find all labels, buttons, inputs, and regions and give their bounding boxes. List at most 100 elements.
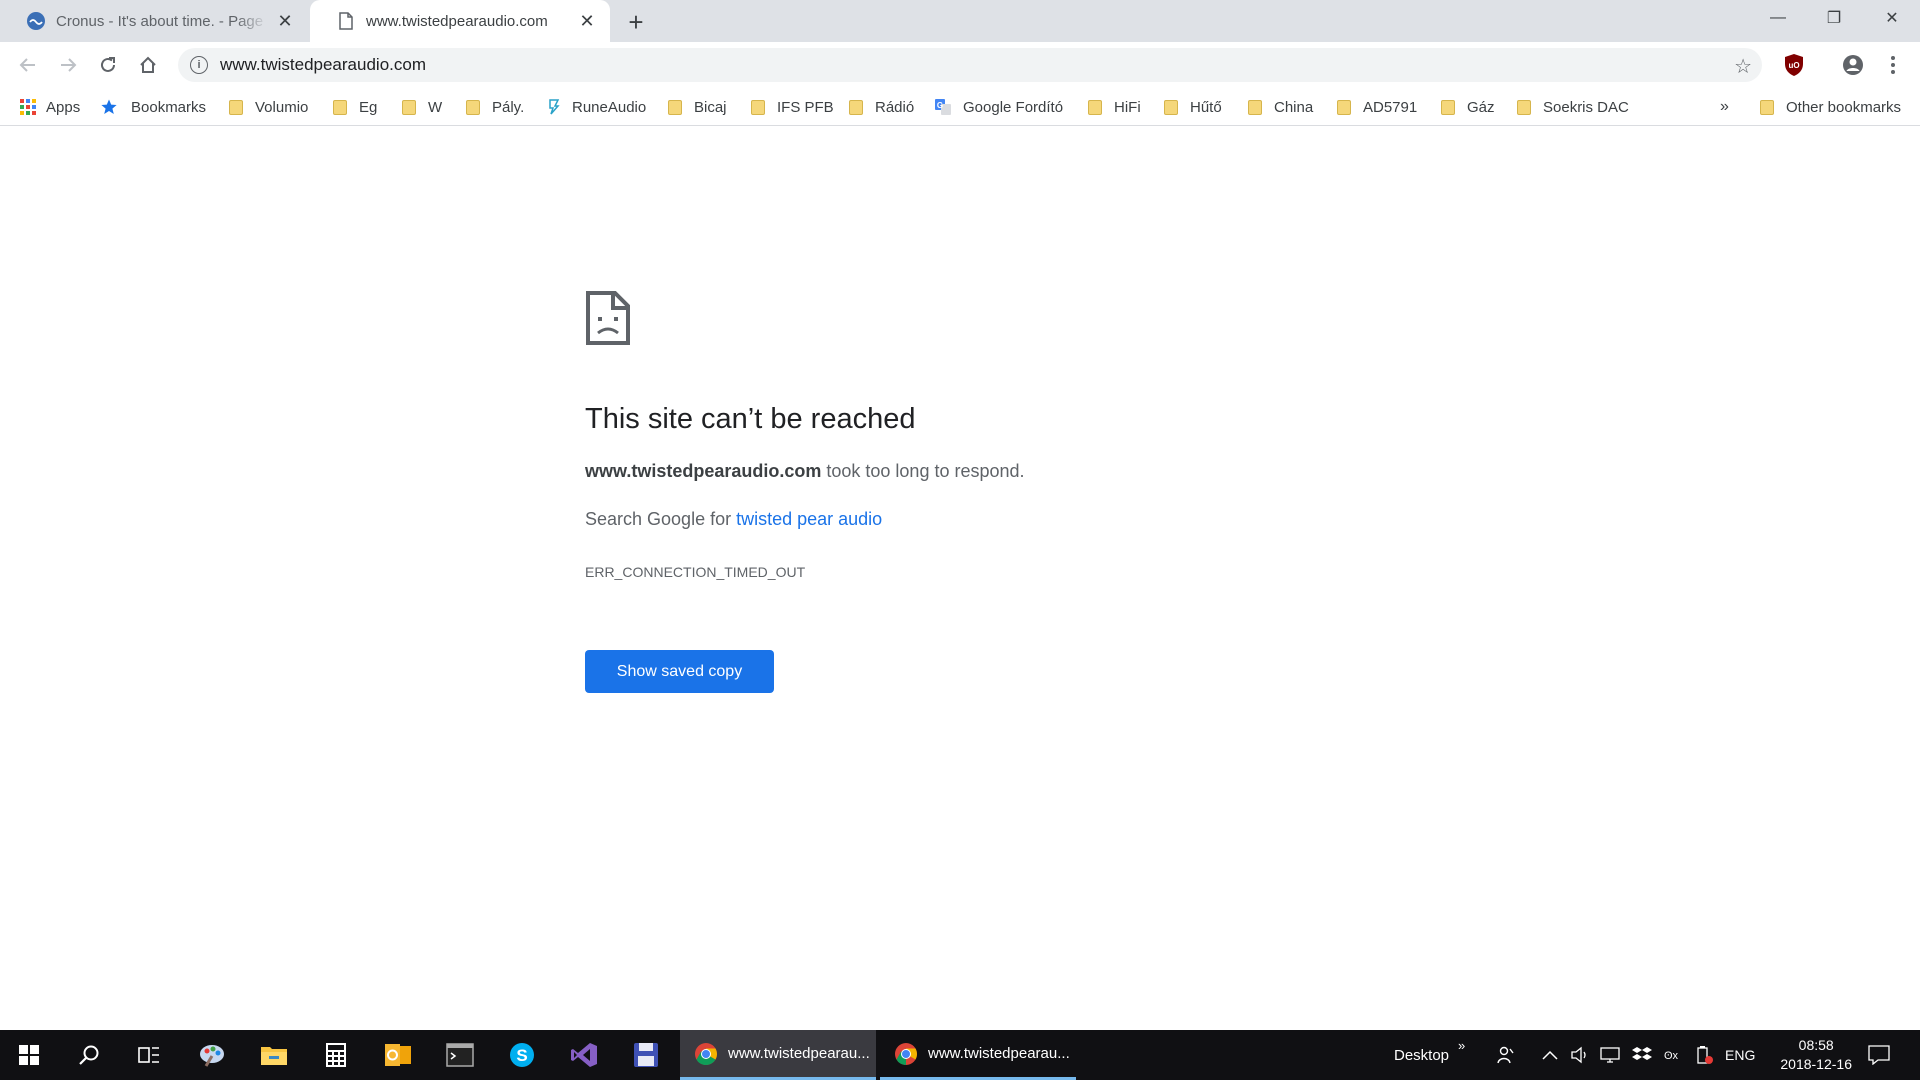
maximize-button[interactable]: ❐	[1806, 0, 1862, 36]
bookmark-ad5791[interactable]: AD5791	[1337, 94, 1417, 120]
folder-icon	[333, 99, 347, 115]
tab-strip: Cronus - It's about time. - Page 7 ✕ www…	[0, 0, 1920, 42]
people-icon[interactable]	[1496, 1030, 1516, 1080]
tray-chevron-up-icon[interactable]	[1542, 1030, 1558, 1080]
new-tab-button[interactable]: +	[622, 7, 650, 37]
network-icon[interactable]	[1600, 1030, 1622, 1080]
forward-button[interactable]	[53, 50, 83, 80]
bookmark-label: Eg	[359, 98, 378, 116]
battery-warning-icon[interactable]	[1694, 1030, 1714, 1080]
bookmark-volumio[interactable]: Volumio	[229, 94, 308, 120]
bookmark-radio[interactable]: Rádió	[849, 94, 914, 120]
tab-cronus[interactable]: Cronus - It's about time. - Page 7 ✕	[0, 0, 308, 42]
bookmark-label: Bicaj	[694, 98, 727, 116]
apps-grid-icon	[20, 99, 36, 115]
bookmarks-bar: Apps Bookmarks Volumio Eg W Pály. RuneAu…	[0, 88, 1920, 126]
folder-icon	[1337, 99, 1351, 115]
bookmark-china[interactable]: China	[1248, 94, 1313, 120]
error-host: www.twistedpearaudio.com	[585, 461, 822, 481]
chrome-icon	[895, 1042, 917, 1065]
dropbox-icon[interactable]	[1632, 1030, 1652, 1080]
bookmark-paly[interactable]: Pály.	[466, 94, 524, 120]
search-google-link[interactable]: twisted pear audio	[736, 509, 882, 529]
language-indicator[interactable]: ENG	[1725, 1030, 1755, 1080]
visual-studio-icon[interactable]	[555, 1030, 613, 1080]
save-disk-icon[interactable]	[617, 1030, 675, 1080]
home-button[interactable]	[133, 50, 163, 80]
folder-icon	[668, 99, 682, 115]
bookmark-bookmarks[interactable]: Bookmarks	[101, 94, 206, 120]
outlook-icon[interactable]	[369, 1030, 427, 1080]
reload-button[interactable]	[93, 50, 123, 80]
bookmark-label: Rádió	[875, 98, 915, 116]
clock[interactable]: 08:58 2018-12-16	[1780, 1036, 1852, 1074]
cronus-favicon-icon	[26, 11, 46, 31]
skype-icon[interactable]: S	[493, 1030, 551, 1080]
error-code: ERR_CONNECTION_TIMED_OUT	[585, 564, 806, 580]
bookmark-label: AD5791	[1363, 98, 1418, 116]
folder-icon	[849, 99, 863, 115]
bookmark-runeaudio[interactable]: RuneAudio	[546, 94, 646, 120]
minimize-button[interactable]: —	[1750, 0, 1806, 36]
svg-text:G: G	[937, 101, 943, 110]
bookmark-hifi[interactable]: HiFi	[1088, 94, 1141, 120]
bookmark-gaz[interactable]: Gáz	[1441, 94, 1495, 120]
notifications-icon[interactable]	[1868, 1030, 1890, 1080]
info-icon[interactable]: i	[190, 56, 208, 74]
bookmarks-overflow-button[interactable]: »	[1720, 94, 1729, 120]
folder-icon	[229, 99, 243, 115]
bookmark-label: HiFi	[1114, 98, 1141, 116]
ublock-icon[interactable]: uO	[1781, 52, 1807, 78]
taskbar-chrome-window-2[interactable]: www.twistedpearau...	[880, 1030, 1076, 1080]
folder-icon	[1441, 99, 1455, 115]
folder-icon	[1088, 99, 1102, 115]
sad-page-icon	[586, 291, 630, 345]
clock-date: 2018-12-16	[1780, 1056, 1852, 1072]
input-method-icon[interactable]: ʘx	[1662, 1030, 1684, 1080]
search-button[interactable]	[60, 1030, 118, 1080]
toolbar: i ☆ uO	[0, 42, 1920, 88]
bookmark-star-icon[interactable]: ☆	[1734, 54, 1752, 79]
file-explorer-icon[interactable]	[245, 1030, 303, 1080]
bookmark-apps[interactable]: Apps	[20, 94, 80, 120]
show-saved-copy-button[interactable]: Show saved copy	[585, 650, 774, 693]
back-button[interactable]	[13, 50, 43, 80]
bookmark-soekris-dac[interactable]: Soekris DAC	[1517, 94, 1629, 120]
bookmark-ifs-pfb[interactable]: IFS PFB	[751, 94, 834, 120]
bookmark-label: Volumio	[255, 98, 309, 116]
tab-close-icon[interactable]: ✕	[276, 11, 294, 31]
close-window-button[interactable]: ✕	[1864, 0, 1920, 36]
bookmark-label: Apps	[46, 98, 81, 116]
page-content: This site can’t be reached www.twistedpe…	[0, 127, 1920, 1030]
taskbar-chrome-window-1[interactable]: www.twistedpearau...	[680, 1030, 876, 1080]
task-view-button[interactable]	[120, 1030, 178, 1080]
bookmark-other-bookmarks[interactable]: Other bookmarks	[1760, 94, 1901, 120]
runeaudio-icon	[549, 99, 560, 115]
desktop-chevron[interactable]: »	[1458, 1020, 1465, 1070]
bookmark-bicaj[interactable]: Bicaj	[668, 94, 727, 120]
paint-app-icon[interactable]	[183, 1030, 241, 1080]
url-input[interactable]	[220, 55, 1620, 75]
start-button[interactable]	[0, 1030, 58, 1080]
desktop-label: Desktop	[1394, 1046, 1450, 1064]
menu-dots-icon[interactable]	[1880, 52, 1906, 78]
volume-icon[interactable]	[1570, 1030, 1590, 1080]
profile-avatar-icon[interactable]	[1840, 52, 1866, 78]
arrow-right-icon	[61, 58, 77, 72]
tab-close-icon[interactable]: ✕	[578, 11, 596, 31]
bookmark-label: Google Fordító	[963, 98, 1064, 116]
star-icon	[101, 99, 117, 114]
desktop-toolbar[interactable]: Desktop	[1394, 1030, 1449, 1080]
folder-icon	[1164, 99, 1178, 115]
bookmark-w[interactable]: W	[402, 94, 442, 120]
bookmark-label: IFS PFB	[777, 98, 834, 116]
calculator-icon[interactable]	[307, 1030, 365, 1080]
bookmark-eg[interactable]: Eg	[333, 94, 377, 120]
bookmark-google-translate[interactable]: G Google Fordító	[935, 94, 1063, 120]
address-bar[interactable]: i ☆	[178, 48, 1762, 82]
folder-icon	[1760, 99, 1774, 115]
terminal-icon[interactable]	[431, 1030, 489, 1080]
bookmark-label: Soekris DAC	[1543, 98, 1629, 116]
tab-twistedpear[interactable]: www.twistedpearaudio.com ✕	[310, 0, 610, 42]
bookmark-huto[interactable]: Hűtő	[1164, 94, 1222, 120]
